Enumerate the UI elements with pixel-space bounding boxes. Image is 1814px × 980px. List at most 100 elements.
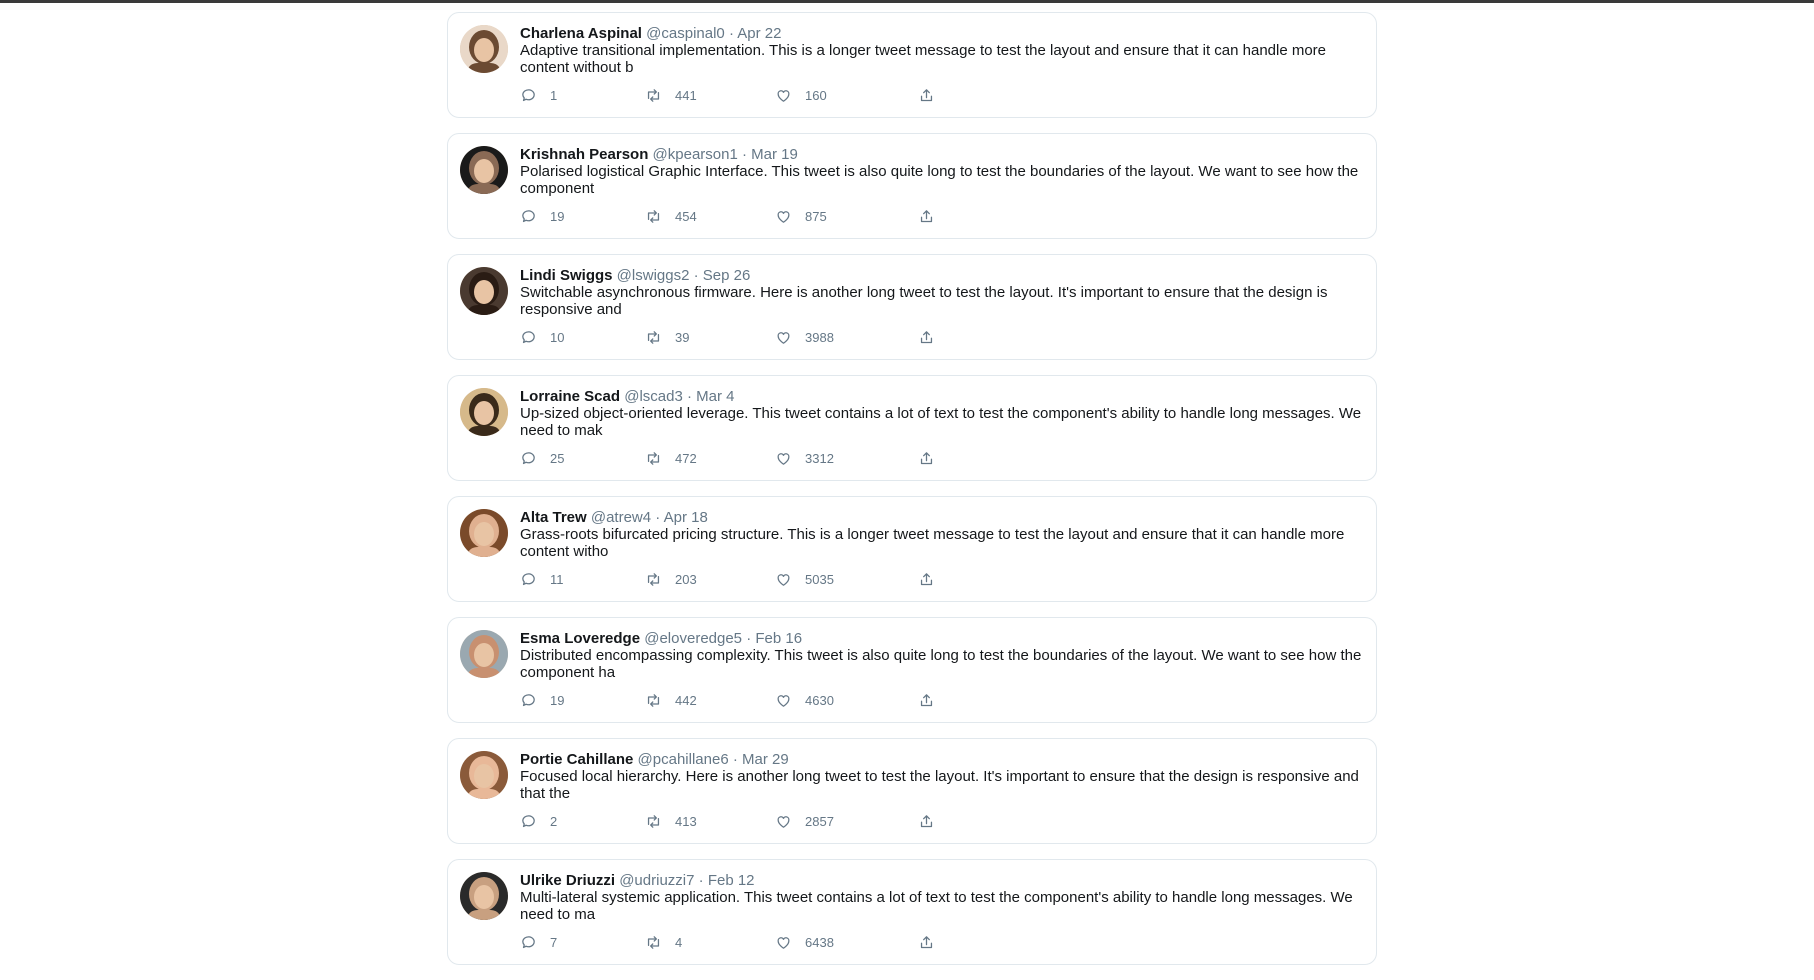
share-button[interactable]: [918, 87, 948, 104]
author-name[interactable]: Charlena Aspinal: [520, 25, 642, 42]
avatar[interactable]: [460, 146, 508, 194]
share-button[interactable]: [918, 329, 948, 346]
tweet-card[interactable]: Charlena Aspinal @caspinal0 · Apr 22 Ada…: [447, 12, 1377, 118]
avatar[interactable]: [460, 751, 508, 799]
retweet-button[interactable]: 413: [645, 813, 697, 830]
like-count: 3988: [805, 330, 834, 345]
reply-button[interactable]: 25: [520, 450, 564, 467]
retweet-button[interactable]: 442: [645, 692, 697, 709]
share-icon: [920, 331, 933, 344]
tweet-card[interactable]: Portie Cahillane @pcahillane6 · Mar 29 F…: [447, 738, 1377, 844]
like-button[interactable]: 3312: [775, 450, 834, 467]
author-name[interactable]: Krishnah Pearson: [520, 146, 648, 163]
reply-button[interactable]: 10: [520, 329, 564, 346]
tweet-date[interactable]: Apr 22: [737, 25, 781, 42]
tweet-header: Portie Cahillane @pcahillane6 · Mar 29: [520, 751, 1364, 768]
tweet-actions: 10 39 3988: [520, 329, 960, 347]
tweet-text: Adaptive transitional implementation. Th…: [520, 42, 1327, 76]
author-handle[interactable]: @atrew4: [591, 509, 651, 526]
share-button[interactable]: [918, 571, 948, 588]
tweet-date[interactable]: Mar 4: [696, 388, 734, 405]
tweet-date[interactable]: Apr 18: [664, 509, 708, 526]
retweet-button[interactable]: 472: [645, 450, 697, 467]
author-name[interactable]: Lorraine Scad: [520, 388, 620, 405]
tweet-actions: 19 454 875: [520, 208, 960, 226]
reply-icon: [522, 936, 535, 949]
avatar-image: [460, 751, 508, 799]
share-button[interactable]: [918, 208, 948, 225]
reply-icon: [522, 331, 535, 344]
like-button[interactable]: 5035: [775, 571, 834, 588]
heart-icon: [777, 816, 790, 828]
share-button[interactable]: [918, 813, 948, 830]
author-handle[interactable]: @eloveredge5: [644, 630, 742, 647]
author-name[interactable]: Ulrike Driuzzi: [520, 872, 615, 889]
tweet-text: Grass-roots bifurcated pricing structure…: [520, 526, 1345, 560]
avatar[interactable]: [460, 388, 508, 436]
tweet-actions: 7 4 6438: [520, 934, 960, 952]
tweet-header: Lorraine Scad @lscad3 · Mar 4: [520, 388, 1364, 405]
separator-dot: ·: [698, 872, 704, 889]
reply-button[interactable]: 19: [520, 208, 564, 225]
author-handle[interactable]: @udriuzzi7: [619, 872, 694, 889]
tweet-card[interactable]: Esma Loveredge @eloveredge5 · Feb 16 Dis…: [447, 617, 1377, 723]
like-button[interactable]: 875: [775, 208, 827, 225]
retweet-button[interactable]: 4: [645, 934, 682, 951]
tweet-text: Focused local hierarchy. Here is another…: [520, 768, 1359, 802]
tweet-card[interactable]: Krishnah Pearson @kpearson1 · Mar 19 Pol…: [447, 133, 1377, 239]
like-button[interactable]: 160: [775, 87, 827, 104]
tweet-text: Distributed encompassing complexity. Thi…: [520, 647, 1362, 681]
author-handle[interactable]: @kpearson1: [653, 146, 738, 163]
retweet-button[interactable]: 203: [645, 571, 697, 588]
reply-button[interactable]: 11: [520, 571, 564, 588]
share-icon: [920, 89, 933, 102]
avatar[interactable]: [460, 509, 508, 557]
heart-icon: [777, 453, 790, 465]
avatar[interactable]: [460, 25, 508, 73]
reply-button[interactable]: 7: [520, 934, 557, 951]
like-button[interactable]: 4630: [775, 692, 834, 709]
retweet-count: 203: [675, 572, 697, 587]
heart-icon: [777, 695, 790, 707]
retweet-icon: [647, 452, 660, 465]
retweet-count: 413: [675, 814, 697, 829]
share-button[interactable]: [918, 934, 948, 951]
avatar-image: [460, 630, 508, 678]
retweet-button[interactable]: 441: [645, 87, 697, 104]
author-handle[interactable]: @lswiggs2: [617, 267, 690, 284]
author-name[interactable]: Alta Trew: [520, 509, 587, 526]
author-handle[interactable]: @caspinal0: [646, 25, 725, 42]
retweet-icon: [647, 936, 660, 949]
author-name[interactable]: Esma Loveredge: [520, 630, 640, 647]
tweet-card[interactable]: Ulrike Driuzzi @udriuzzi7 · Feb 12 Multi…: [447, 859, 1377, 965]
author-name[interactable]: Portie Cahillane: [520, 751, 633, 768]
tweet-header: Alta Trew @atrew4 · Apr 18: [520, 509, 1364, 526]
retweet-button[interactable]: 454: [645, 208, 697, 225]
avatar[interactable]: [460, 630, 508, 678]
like-button[interactable]: 6438: [775, 934, 834, 951]
reply-button[interactable]: 1: [520, 87, 557, 104]
reply-button[interactable]: 19: [520, 692, 564, 709]
heart-icon: [777, 90, 790, 102]
author-name[interactable]: Lindi Swiggs: [520, 267, 613, 284]
avatar[interactable]: [460, 267, 508, 315]
tweet-date[interactable]: Mar 29: [742, 751, 789, 768]
like-button[interactable]: 2857: [775, 813, 834, 830]
tweet-card[interactable]: Lorraine Scad @lscad3 · Mar 4 Up-sized o…: [447, 375, 1377, 481]
like-button[interactable]: 3988: [775, 329, 834, 346]
author-handle[interactable]: @pcahillane6: [638, 751, 729, 768]
reply-count: 19: [550, 209, 565, 224]
tweet-date[interactable]: Mar 19: [751, 146, 798, 163]
author-handle[interactable]: @lscad3: [624, 388, 683, 405]
tweet-date[interactable]: Feb 12: [708, 872, 755, 889]
tweet-date[interactable]: Feb 16: [755, 630, 802, 647]
heart-icon: [777, 211, 790, 223]
tweet-card[interactable]: Alta Trew @atrew4 · Apr 18 Grass-roots b…: [447, 496, 1377, 602]
share-button[interactable]: [918, 692, 948, 709]
retweet-button[interactable]: 39: [645, 329, 689, 346]
share-button[interactable]: [918, 450, 948, 467]
avatar[interactable]: [460, 872, 508, 920]
reply-button[interactable]: 2: [520, 813, 557, 830]
tweet-date[interactable]: Sep 26: [703, 267, 751, 284]
tweet-card[interactable]: Lindi Swiggs @lswiggs2 · Sep 26 Switchab…: [447, 254, 1377, 360]
